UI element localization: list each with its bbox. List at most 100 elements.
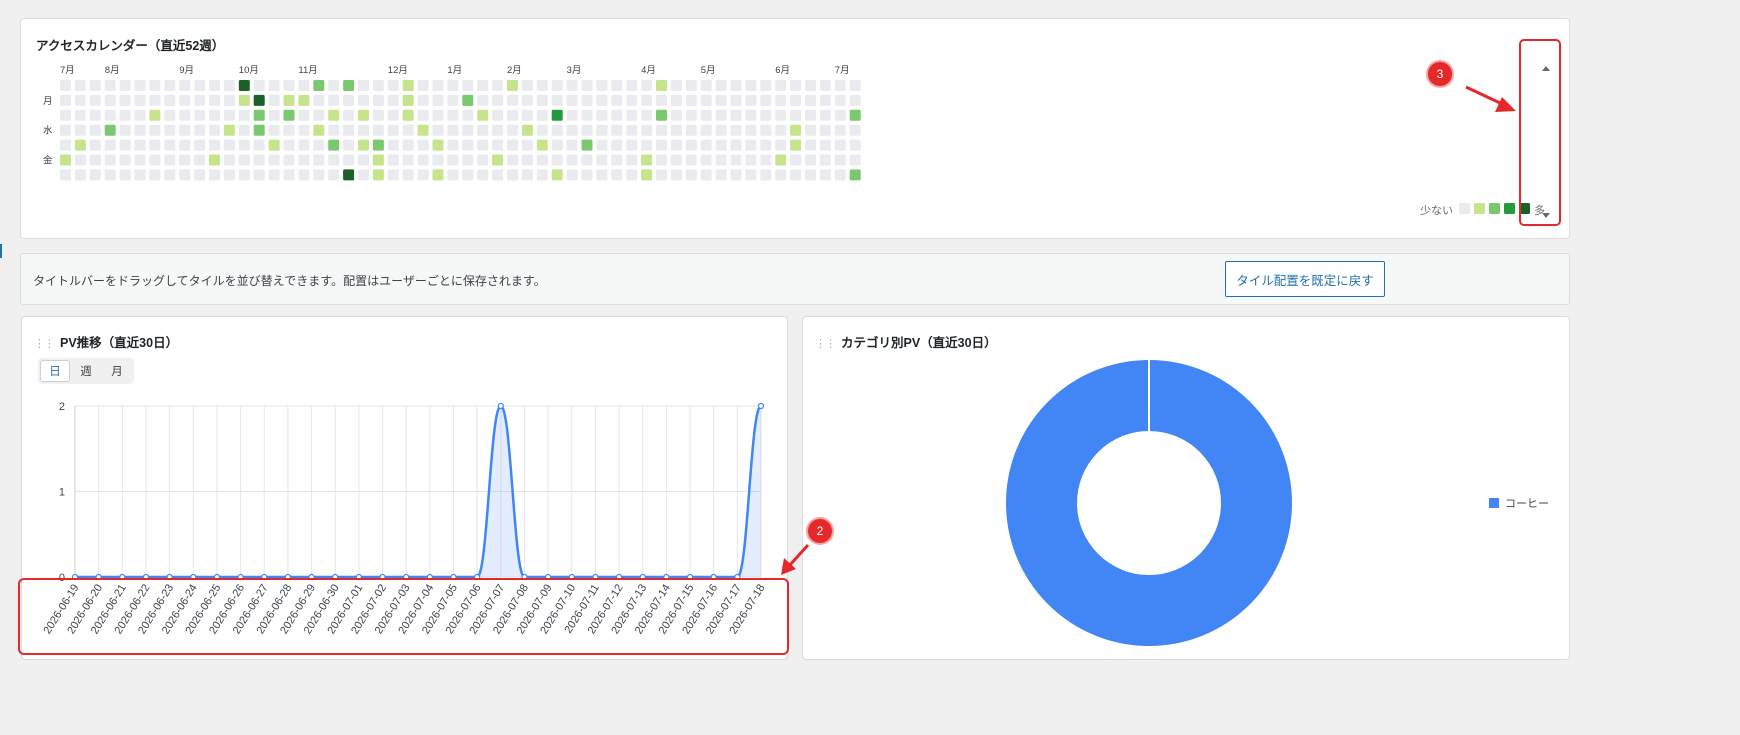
heatmap-cell [119,109,131,121]
pv-data-point[interactable] [592,573,599,581]
heatmap-cell [566,154,578,166]
pv-data-point[interactable] [474,573,481,581]
pv-data-point[interactable] [332,573,339,581]
pv-data-point[interactable] [355,573,362,581]
heatmap-cell [462,80,474,91]
legend-swatch [1489,203,1500,214]
heatmap-cell [253,94,265,106]
heatmap-cell [134,139,146,151]
heatmap-cell [745,124,757,136]
pv-data-point[interactable] [757,402,765,410]
heatmap-cell [358,169,369,181]
heatmap-cell [670,94,682,106]
access-calendar-title: アクセスカレンダー（直近52週） [36,39,225,53]
pv-data-point[interactable] [95,573,102,581]
heatmap-cell [387,139,399,151]
tab-week[interactable]: 週 [71,360,101,382]
pv-data-point[interactable] [213,573,221,581]
pv-data-point[interactable] [426,573,433,581]
heatmap-cell [179,80,191,91]
heatmap-cell [387,169,399,181]
heatmap-cell [462,94,474,106]
heatmap-cell [819,94,831,106]
heatmap-cell [417,94,429,106]
pv-data-point[interactable] [710,573,717,581]
heatmap-cell [417,109,429,121]
pv-data-point[interactable] [71,573,79,581]
period-toggle: 日 週 月 [38,358,134,384]
category-pv-title-row[interactable]: ⋮⋮ カテゴリ別PV（直近30日） [815,332,997,351]
heatmap-cell [834,169,846,181]
heatmap-month-label: 10月 [239,65,259,76]
heatmap-cell [626,139,638,151]
pv-data-point[interactable] [261,573,268,581]
heatmap-cell [611,139,623,151]
scroll-down-icon[interactable] [1538,207,1554,223]
heatmap-day-label: 水 [43,125,53,137]
heatmap-cell [194,139,206,151]
heatmap-cell [775,80,787,91]
heatmap-cell [74,139,86,151]
heatmap-cell [745,154,757,166]
heatmap-cell [447,94,459,106]
pv-data-point[interactable] [545,573,552,581]
heatmap-cell [685,124,697,136]
pv-data-point[interactable] [450,573,457,581]
heatmap-cell [268,124,280,136]
heatmap-month-label: 11月 [298,65,317,76]
tab-month[interactable]: 月 [102,360,132,382]
heatmap-cell [343,124,355,136]
pv-data-point[interactable] [615,573,623,581]
heatmap-cell [179,139,191,151]
tab-day[interactable]: 日 [40,360,70,382]
heatmap-cell [745,139,757,151]
pv-data-point[interactable] [663,573,670,581]
pv-data-point[interactable] [403,573,410,581]
pv-data-point[interactable] [734,573,741,581]
pv-data-point[interactable] [190,573,197,581]
heatmap-cell [372,80,384,91]
heatmap-cell [805,154,816,166]
pv-data-point[interactable] [521,573,528,581]
drag-handle-icon[interactable]: ⋮⋮ [815,338,836,350]
heatmap-cell [507,139,518,151]
heatmap-cell [283,124,295,136]
category-pv-card: コーヒー ⋮⋮ カテゴリ別PV（直近30日） [802,316,1570,660]
pv-data-point[interactable] [379,573,386,581]
pv-data-point[interactable] [119,573,126,581]
heatmap-cell [372,124,384,136]
pv-data-point[interactable] [568,573,575,581]
heatmap-cell [313,139,325,151]
reset-tile-layout-button[interactable]: タイル配置を既定に戻す [1225,261,1385,297]
heatmap-cell [60,139,71,151]
heatmap-cell [223,169,235,181]
pv-data-point[interactable] [497,402,504,410]
heatmap-cell [164,109,176,121]
heatmap-cell [328,94,340,106]
heatmap-cell [447,154,459,166]
heatmap-month-label: 7月 [835,65,850,76]
heatmap-cell [521,124,533,136]
pv-data-point[interactable] [308,573,315,581]
legend-label[interactable]: コーヒー [1505,497,1549,510]
legend-swatch [1504,203,1515,214]
heatmap-cell [134,109,146,121]
pv-data-point[interactable] [166,573,173,581]
scroll-up-icon[interactable] [1538,61,1554,77]
pv-data-point[interactable] [237,573,244,581]
heatmap-cell [104,154,116,166]
pv-data-point[interactable] [142,573,150,581]
pv-data-point[interactable] [639,573,646,581]
annotation-badge-3: 3 [1428,62,1452,86]
heatmap-cell [805,139,816,151]
drag-handle-icon[interactable]: ⋮⋮ [34,338,55,350]
heatmap-cell [715,139,727,151]
heatmap-cell [596,124,608,136]
heatmap-cell [760,124,772,136]
pv-data-point[interactable] [686,573,694,581]
pv-data-point[interactable] [284,573,291,581]
heatmap-cell [521,169,533,181]
heatmap-cell [611,124,623,136]
pv-trend-title-row[interactable]: ⋮⋮ PV推移（直近30日） [34,332,178,351]
heatmap-cell [492,94,504,106]
